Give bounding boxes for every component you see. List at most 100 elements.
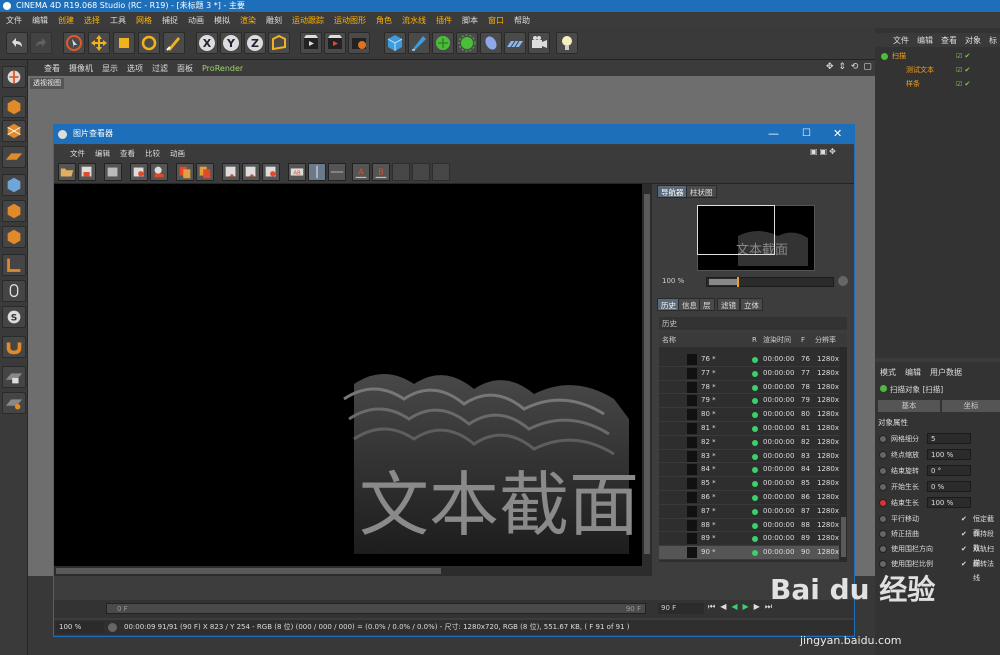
menu-mograph[interactable]: 运动图形 bbox=[334, 15, 366, 26]
om-menu-edit[interactable]: 编辑 bbox=[917, 35, 933, 46]
object-text[interactable]: 测试文本 ☑ ✔ bbox=[878, 64, 998, 77]
pv-status-zoom[interactable]: 100 % bbox=[56, 622, 104, 633]
scale-icon[interactable] bbox=[113, 32, 135, 54]
ab-compare-icon[interactable]: AB bbox=[288, 163, 306, 181]
navigator-selection[interactable] bbox=[697, 205, 775, 255]
set-a-icon[interactable]: A bbox=[352, 163, 370, 181]
render-view-icon[interactable] bbox=[300, 32, 322, 54]
animation-key-icon[interactable] bbox=[879, 515, 887, 523]
menu-help[interactable]: 帮助 bbox=[514, 15, 530, 26]
viewport-menu-display[interactable]: 显示 bbox=[102, 63, 118, 74]
menu-edit[interactable]: 编辑 bbox=[32, 15, 48, 26]
model-mode-icon[interactable] bbox=[2, 96, 26, 118]
edges-mode-icon[interactable] bbox=[2, 200, 26, 222]
move-icon[interactable] bbox=[88, 32, 110, 54]
open-file-icon[interactable] bbox=[58, 163, 76, 181]
attr-tab-coord[interactable]: 坐标 bbox=[942, 400, 1000, 412]
history-row[interactable]: 84 * 00:00:00 84 1280x bbox=[659, 463, 839, 478]
tab-navigator[interactable]: 导航器 bbox=[657, 185, 688, 198]
copy-frame-icon[interactable] bbox=[176, 163, 194, 181]
navigator-zoom-slider[interactable] bbox=[706, 277, 834, 287]
polygons-mode-icon[interactable] bbox=[2, 226, 26, 248]
om-menu-tags[interactable]: 标 bbox=[989, 35, 997, 46]
viewport-menu-prorender[interactable]: ProRender bbox=[202, 64, 243, 73]
pv-end-frame-field[interactable]: 90 F bbox=[658, 603, 704, 614]
object-sweep-flags-icon[interactable]: ☑ ✔ bbox=[956, 50, 970, 63]
planar-workplane-icon[interactable] bbox=[2, 392, 26, 414]
attr-subdivision-field[interactable]: 5 bbox=[927, 433, 971, 444]
difference-a-icon[interactable] bbox=[412, 163, 430, 181]
magnet-icon[interactable] bbox=[2, 336, 26, 358]
minimize-icon[interactable]: — bbox=[768, 124, 779, 144]
zoom-options-icon[interactable] bbox=[838, 276, 848, 286]
col-r[interactable]: R bbox=[752, 333, 757, 347]
make-editable-icon[interactable] bbox=[2, 66, 26, 88]
difference-icon[interactable] bbox=[392, 163, 410, 181]
history-row[interactable]: 86 * 00:00:00 86 1280x bbox=[659, 491, 839, 505]
pv-status-menu-icon[interactable] bbox=[108, 623, 117, 632]
light-icon[interactable] bbox=[556, 32, 578, 54]
go-start-icon[interactable]: ⏮ bbox=[708, 602, 720, 611]
film-icon[interactable] bbox=[104, 163, 122, 181]
viewport-menu-filter[interactable]: 过滤 bbox=[152, 63, 168, 74]
menu-window[interactable]: 窗口 bbox=[488, 15, 504, 26]
scroll-thumb[interactable] bbox=[841, 517, 846, 557]
set-b-icon[interactable]: B bbox=[372, 163, 390, 181]
pv-layout-icons[interactable]: ▣▣✥ bbox=[810, 147, 838, 156]
attr-end-rotation-field[interactable]: 0 ° bbox=[927, 465, 971, 476]
pv-menu-compare[interactable]: 比较 bbox=[145, 148, 160, 159]
tab-info[interactable]: 信息 bbox=[678, 298, 701, 311]
col-name[interactable]: 名称 bbox=[662, 333, 676, 347]
menu-plugins[interactable]: 插件 bbox=[436, 15, 452, 26]
compare-a-icon[interactable] bbox=[222, 163, 240, 181]
tab-histogram[interactable]: 柱状图 bbox=[686, 185, 717, 198]
attr-start-growth-field[interactable]: 0 % bbox=[927, 481, 971, 492]
viewport-menu-view[interactable]: 查看 bbox=[44, 63, 60, 74]
menu-simulate[interactable]: 模拟 bbox=[214, 15, 230, 26]
viewport-menu-options[interactable]: 选项 bbox=[127, 63, 143, 74]
pen-spline-icon[interactable] bbox=[408, 32, 430, 54]
render-to-picture-viewer-icon[interactable] bbox=[324, 32, 346, 54]
scroll-thumb[interactable] bbox=[56, 568, 441, 574]
viewport-menu-cameras[interactable]: 摄像机 bbox=[69, 63, 93, 74]
checkbox-icon[interactable]: ✔ bbox=[961, 557, 967, 571]
checkbox-icon[interactable]: ✔ bbox=[961, 512, 967, 526]
next-frame-icon[interactable]: ▶ bbox=[754, 602, 765, 611]
viewport-nav-icons[interactable]: ✥ ⇕ ⟲ ▢ bbox=[826, 62, 873, 72]
compare-b-icon[interactable] bbox=[242, 163, 260, 181]
canvas-vertical-scrollbar[interactable] bbox=[642, 184, 652, 566]
y-axis-icon[interactable]: Y bbox=[220, 32, 242, 54]
navigator-zoom-value[interactable]: 100 % bbox=[662, 277, 684, 285]
menu-tools[interactable]: 工具 bbox=[110, 15, 126, 26]
deformer-icon[interactable] bbox=[480, 32, 502, 54]
history-row[interactable]: 82 * 00:00:00 82 1280x bbox=[659, 436, 839, 450]
om-menu-file[interactable]: 文件 bbox=[893, 35, 909, 46]
z-axis-icon[interactable]: Z bbox=[244, 32, 266, 54]
animation-key-icon[interactable] bbox=[879, 545, 887, 553]
split-horizontal-icon[interactable] bbox=[328, 163, 346, 181]
pv-menu-edit[interactable]: 编辑 bbox=[95, 148, 110, 159]
history-row[interactable]: 89 * 00:00:00 89 1280x bbox=[659, 532, 839, 547]
object-sweep[interactable]: 扫描 ☑ ✔ bbox=[878, 50, 998, 63]
history-row[interactable]: 83 * 00:00:00 83 1280x bbox=[659, 450, 839, 464]
history-row[interactable]: 90 * 00:00:00 90 1280x bbox=[659, 546, 839, 560]
checkbox-icon[interactable]: ✔ bbox=[961, 542, 967, 556]
menu-snap[interactable]: 捕捉 bbox=[162, 15, 178, 26]
attr-tab-basic[interactable]: 基本 bbox=[878, 400, 940, 412]
maximize-icon[interactable]: ☐ bbox=[802, 124, 811, 144]
om-menu-view[interactable]: 查看 bbox=[941, 35, 957, 46]
menu-render[interactable]: 渲染 bbox=[240, 15, 256, 26]
om-menu-objects[interactable]: 对象 bbox=[965, 35, 981, 46]
menu-animate[interactable]: 动画 bbox=[188, 15, 204, 26]
points-mode-icon[interactable] bbox=[2, 174, 26, 196]
cube-icon[interactable] bbox=[384, 32, 406, 54]
pv-menu-file[interactable]: 文件 bbox=[70, 148, 85, 159]
recent-tool-icon[interactable] bbox=[163, 32, 185, 54]
workplane-icon[interactable] bbox=[2, 146, 26, 168]
pv-menu-view[interactable]: 查看 bbox=[120, 148, 135, 159]
attr-end-growth-field[interactable]: 100 % bbox=[927, 497, 971, 508]
object-spline-flags-icon[interactable]: ☑ ✔ bbox=[956, 78, 970, 91]
compare-swap-icon[interactable] bbox=[262, 163, 280, 181]
tweak-mode-icon[interactable] bbox=[2, 280, 26, 302]
pv-frame-slider[interactable]: 0 F 90 F bbox=[106, 603, 646, 614]
